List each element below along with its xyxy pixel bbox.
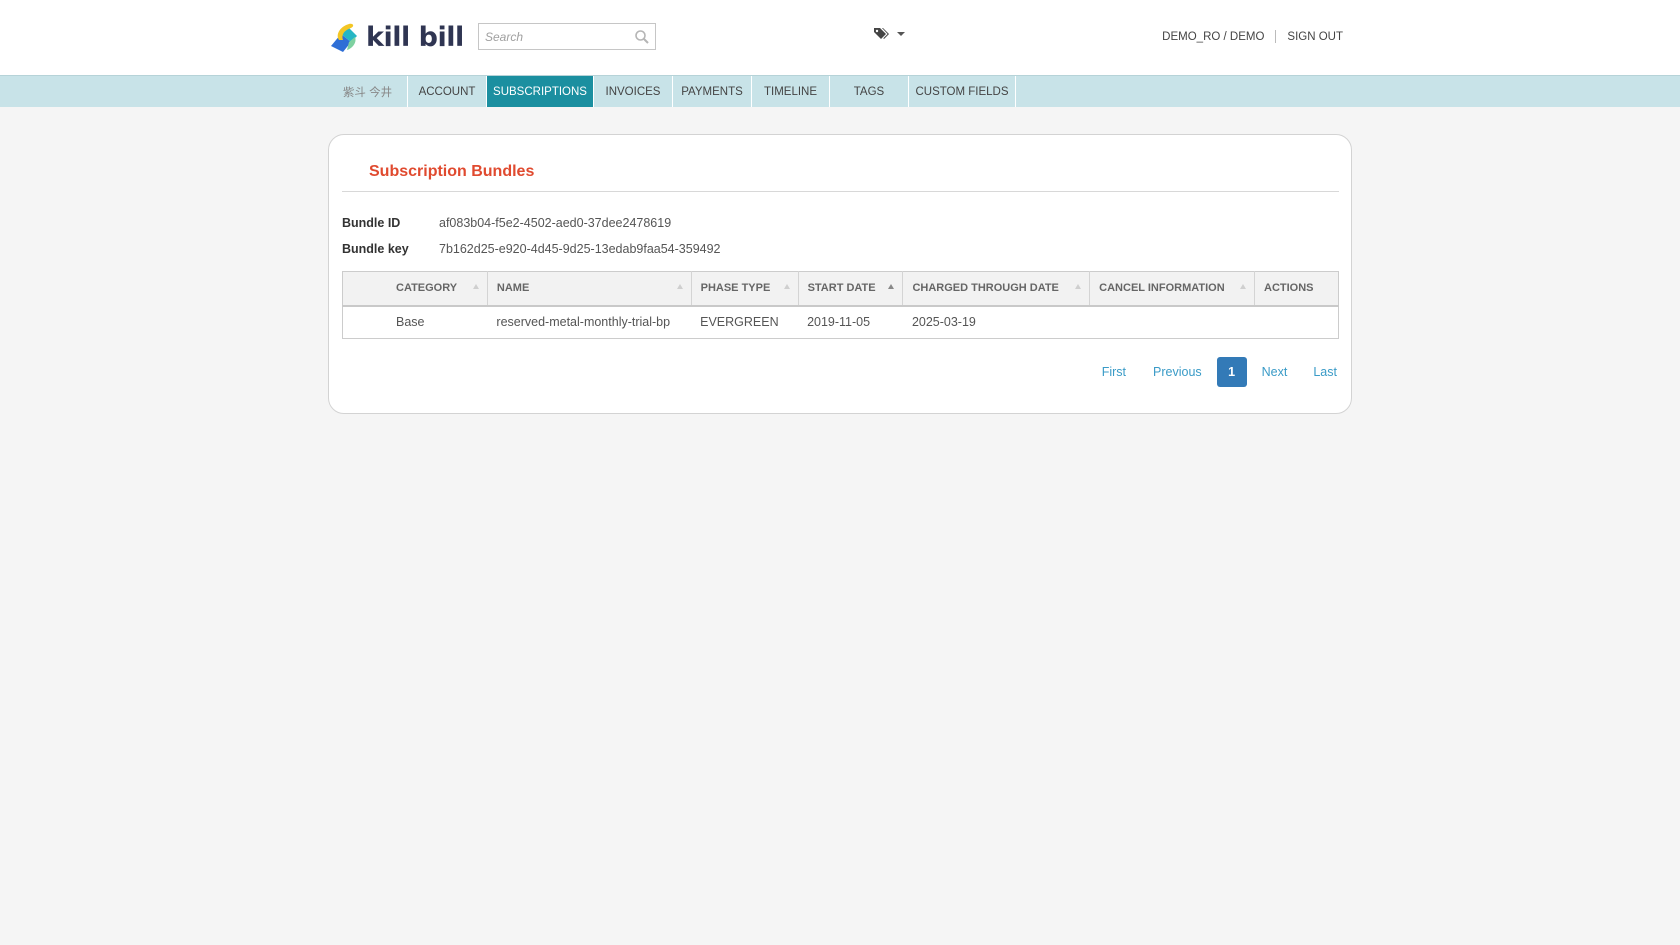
search-input[interactable] (479, 24, 629, 49)
cell-cancel-information (1090, 306, 1255, 339)
user-label: DEMO_RO / DEMO (1162, 30, 1265, 43)
table-row: Base reserved-metal-monthly-trial-bp EVE… (343, 306, 1339, 339)
pagination-current-page[interactable]: 1 (1216, 357, 1247, 387)
nav-tab-invoices[interactable]: INVOICES (594, 76, 673, 107)
tags-dropdown[interactable] (873, 27, 905, 41)
cell-actions (1255, 306, 1339, 339)
bundle-key-value: 7b162d25-e920-4d45-9d25-13edab9faa54-359… (439, 242, 721, 256)
top-header: kill bill DEMO_RO / DEMO SIGN OUT (0, 0, 1680, 75)
sort-icon (1075, 284, 1082, 289)
sign-out-link[interactable]: SIGN OUT (1287, 31, 1343, 43)
nav-tab-payments[interactable]: PAYMENTS (673, 76, 752, 107)
main-nav: 紫斗 今井 ACCOUNT SUBSCRIPTIONS INVOICES PAY… (0, 75, 1680, 107)
cell-category: Base (396, 315, 425, 330)
nav-tab-account[interactable]: ACCOUNT (408, 76, 487, 107)
column-header-name[interactable]: NAME (487, 271, 692, 307)
nav-tab-custom-fields[interactable]: CUSTOM FIELDS (909, 76, 1016, 107)
pagination-last[interactable]: Last (1313, 365, 1337, 379)
column-header-actions: ACTIONS (1254, 271, 1339, 307)
nav-account-name[interactable]: 紫斗 今井 (328, 76, 408, 107)
column-header-charged-through-date[interactable]: CHARGED THROUGH DATE (902, 271, 1091, 307)
pagination-previous[interactable]: Previous (1153, 365, 1202, 379)
bundle-key-label: Bundle key (342, 242, 409, 256)
cell-phase-type: EVERGREEN (700, 315, 779, 330)
bundle-id-value: af083b04-f5e2-4502-aed0-37dee2478619 (439, 216, 672, 230)
sort-icon (676, 284, 683, 289)
user-area: DEMO_RO / DEMO SIGN OUT (1162, 30, 1343, 43)
column-header-category[interactable]: CATEGORY (342, 271, 488, 307)
search-icon[interactable] (634, 29, 650, 45)
subscription-bundles-panel: Subscription Bundles Bundle ID af083b04-… (328, 134, 1352, 414)
nav-tab-subscriptions[interactable]: SUBSCRIPTIONS (487, 76, 594, 107)
cell-charged-through-date: 2025-03-19 (911, 315, 976, 330)
column-header-start-date[interactable]: START DATE (798, 271, 904, 307)
sort-icon (1240, 284, 1246, 289)
column-header-phase-type[interactable]: PHASE TYPE (691, 271, 799, 307)
sort-icon (472, 284, 479, 289)
pagination: First Previous 1 Next Last (1102, 357, 1337, 387)
bundle-key-row: Bundle key 7b162d25-e920-4d45-9d25-13eda… (342, 242, 721, 256)
column-header-cancel-information[interactable]: CANCEL INFORMATION (1089, 271, 1255, 307)
nav-tab-tags[interactable]: TAGS (830, 76, 909, 107)
tags-icon (874, 28, 889, 39)
brand-logo[interactable]: kill bill (327, 20, 464, 54)
sort-ascending-icon (888, 284, 895, 289)
chevron-down-icon (897, 32, 905, 36)
sort-icon (783, 284, 790, 289)
brand-name: kill bill (366, 21, 464, 53)
bundle-id-row: Bundle ID af083b04-f5e2-4502-aed0-37dee2… (342, 216, 671, 230)
divider (342, 191, 1339, 192)
bundle-id-label: Bundle ID (342, 216, 401, 230)
cell-name: reserved-metal-monthly-trial-bp (496, 315, 671, 330)
killbill-logo-icon (331, 23, 357, 52)
page-title: Subscription Bundles (369, 163, 535, 180)
subscriptions-table: CATEGORY NAME PHASE TYPE START DATE CHAR… (342, 271, 1339, 339)
divider (1275, 30, 1277, 43)
nav-tab-timeline[interactable]: TIMELINE (752, 76, 830, 107)
pagination-next[interactable]: Next (1262, 365, 1288, 379)
pagination-first[interactable]: First (1102, 365, 1126, 379)
cell-start-date: 2019-11-05 (807, 315, 871, 330)
table-header-row: CATEGORY NAME PHASE TYPE START DATE CHAR… (342, 271, 1339, 307)
search-box (478, 23, 656, 50)
